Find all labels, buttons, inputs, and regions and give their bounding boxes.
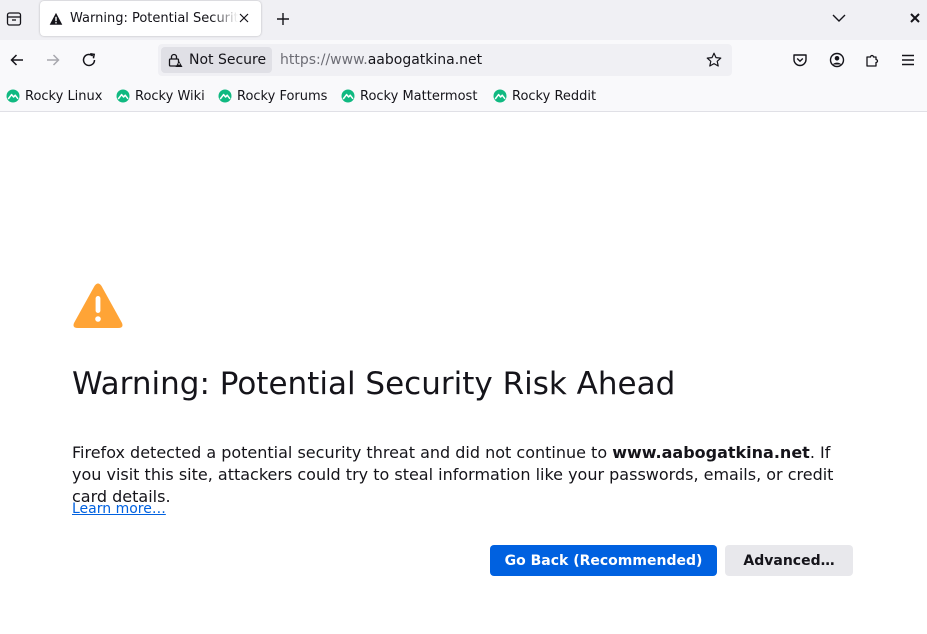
rocky-logo-icon <box>341 89 355 103</box>
bookmark-rocky-forums[interactable]: Rocky Forums <box>218 81 327 111</box>
tab-active[interactable]: Warning: Potential Security Risk Ahead <box>40 1 261 36</box>
go-back-button[interactable]: Go Back (Recommended) <box>490 545 717 576</box>
back-icon[interactable] <box>5 48 29 72</box>
description-text: Firefox detected a potential security th… <box>72 443 613 462</box>
insecure-lock-icon <box>167 52 183 68</box>
site-domain: www.aabogatkina.net <box>612 443 810 462</box>
reload-icon[interactable] <box>77 48 101 72</box>
rocky-logo-icon <box>6 89 20 103</box>
url-bar[interactable]: Not Secure https://www.aabogatkina.net <box>158 44 732 76</box>
extensions-icon[interactable] <box>861 48 885 72</box>
firefox-view-icon[interactable] <box>3 8 25 30</box>
page-title: Warning: Potential Security Risk Ahead <box>72 366 676 402</box>
learn-more-link[interactable]: Learn more… <box>72 501 166 517</box>
bookmark-label: Rocky Mattermost <box>360 88 478 104</box>
url-domain: aabogatkina.net <box>367 52 483 68</box>
advanced-button[interactable]: Advanced… <box>725 545 853 576</box>
page-content: Warning: Potential Security Risk Ahead F… <box>0 112 927 634</box>
rocky-logo-icon <box>116 89 130 103</box>
close-tab-icon[interactable] <box>236 10 252 26</box>
list-all-tabs-icon[interactable] <box>827 6 851 30</box>
bookmark-label: Rocky Linux <box>25 88 103 104</box>
bookmark-rocky-linux[interactable]: Rocky Linux <box>6 81 102 111</box>
bookmark-label: Rocky Forums <box>237 88 328 104</box>
bookmarks-toolbar: Rocky Linux Rocky Wiki Rocky Forums Rock… <box>0 81 927 112</box>
rocky-logo-icon <box>218 89 232 103</box>
bookmark-label: Rocky Reddit <box>512 88 597 104</box>
rocky-logo-icon <box>493 89 507 103</box>
warning-triangle-icon <box>72 281 124 331</box>
navigation-toolbar: Not Secure https://www.aabogatkina.net <box>0 40 927 81</box>
tab-bar: Warning: Potential Security Risk Ahead <box>0 0 927 40</box>
bookmark-rocky-reddit[interactable]: Rocky Reddit <box>493 81 596 111</box>
forward-icon[interactable] <box>41 48 65 72</box>
tab-title: Warning: Potential Security Risk Ahead <box>70 11 238 26</box>
url-prefix: https://www. <box>280 52 368 68</box>
close-window-icon[interactable] <box>905 8 925 28</box>
bookmark-rocky-wiki[interactable]: Rocky Wiki <box>116 81 205 111</box>
pocket-icon[interactable] <box>788 48 812 72</box>
error-description: Firefox detected a potential security th… <box>72 442 862 508</box>
not-secure-label: Not Secure <box>189 52 267 68</box>
security-indicator[interactable]: Not Secure <box>161 47 272 73</box>
warning-icon <box>48 11 64 27</box>
bookmark-rocky-mattermost[interactable]: Rocky Mattermost <box>341 81 477 111</box>
bookmark-label: Rocky Wiki <box>135 88 205 104</box>
account-icon[interactable] <box>825 48 849 72</box>
app-menu-icon[interactable] <box>896 48 920 72</box>
bookmark-star-icon[interactable] <box>704 50 724 70</box>
url-text[interactable]: https://www.aabogatkina.net <box>280 44 482 76</box>
new-tab-icon[interactable] <box>271 7 295 31</box>
